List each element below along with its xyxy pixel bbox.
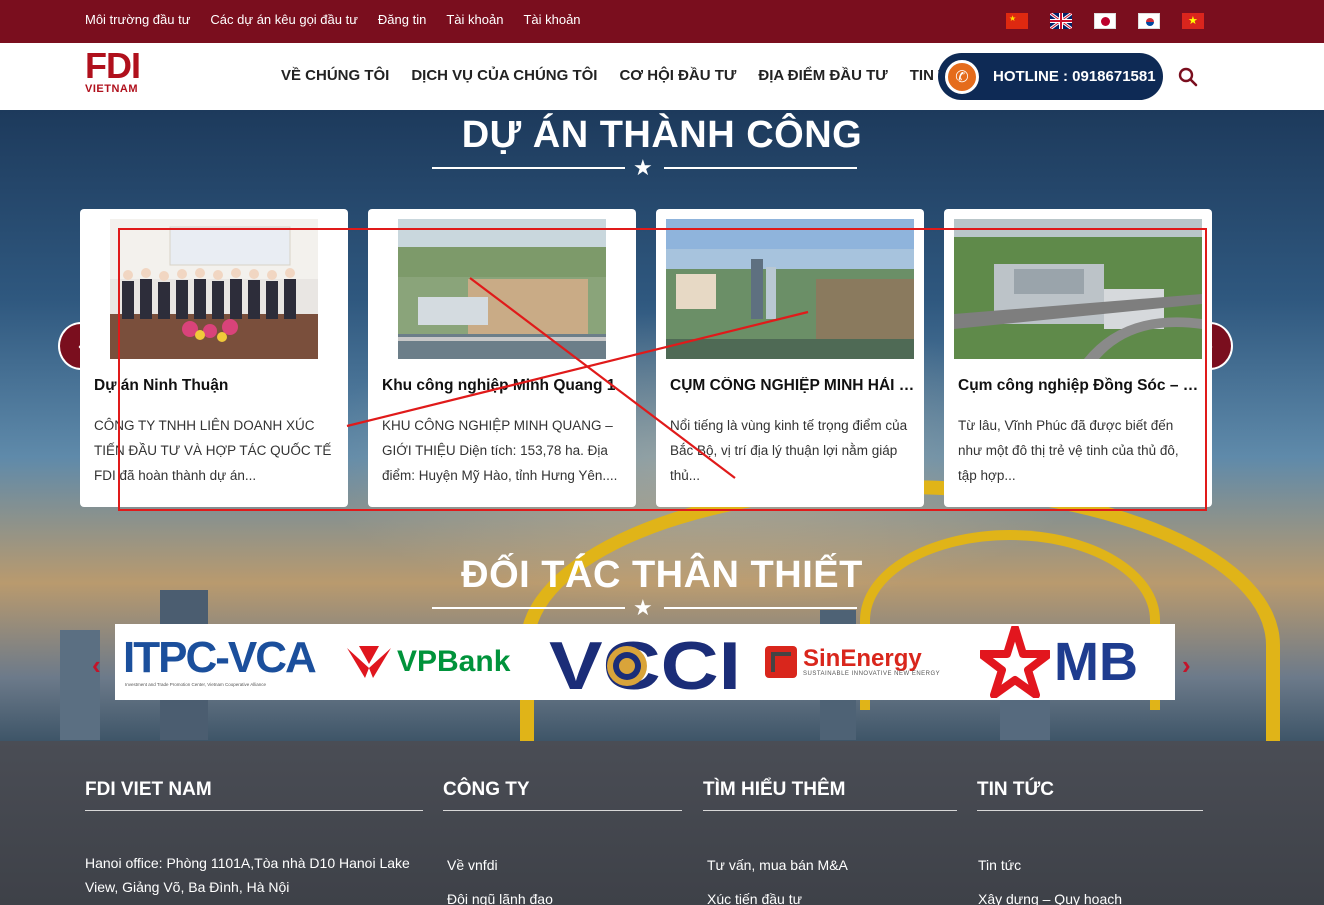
partners-prev-arrow-icon[interactable]: ‹ <box>92 650 101 681</box>
partners-divider: ★ <box>432 595 857 620</box>
top-nav: Môi trường đầu tư Các dự án kêu gọi đầu … <box>85 12 581 27</box>
itpc-vca-logo[interactable]: ITPC-VCA Investment and Trade Promotion … <box>123 624 333 700</box>
footer-col-title: TIN TỨC <box>977 779 1054 800</box>
footer-divider <box>703 810 957 811</box>
mb-logo-text: MB <box>1054 632 1138 692</box>
mb-logo[interactable]: MB <box>980 624 1165 700</box>
vcci-logo[interactable]: VCCI <box>547 624 747 700</box>
partners-logo-strip: ITPC-VCA Investment and Trade Promotion … <box>115 624 1175 700</box>
sinenergy-logo-text: SinEnergy <box>803 645 922 672</box>
top-link-account-2[interactable]: Tài khoản <box>523 12 580 27</box>
star-icon: ★ <box>633 155 653 180</box>
footer-address: Hanoi office: Phòng 1101A,Tòa nhà D10 Ha… <box>85 855 410 895</box>
footer-divider <box>443 810 682 811</box>
nav-opportunities[interactable]: CƠ HỘI ĐẦU TƯ <box>619 67 736 84</box>
projects-section-title: DỰ ÁN THÀNH CÔNG <box>461 114 863 156</box>
mb-star-icon <box>980 626 1050 698</box>
footer-link-construction[interactable]: Xây dựng – Quy hoạch <box>978 891 1122 905</box>
itpc-logo-text: ITPC-VCA <box>123 633 317 682</box>
annotation-rectangle <box>118 228 1207 511</box>
vpbank-logo[interactable]: VPBank <box>345 624 525 700</box>
star-icon: ★ <box>633 595 653 620</box>
vpbank-logo-text: VPBank <box>397 645 511 678</box>
sinenergy-mark-icon <box>765 646 797 678</box>
top-bar: Môi trường đầu tư Các dự án kêu gọi đầu … <box>0 0 1324 43</box>
background-building <box>60 630 100 740</box>
top-link-projects-calling[interactable]: Các dự án kêu gọi đầu tư <box>210 12 358 27</box>
site-footer: FDI VIET NAM Hanoi office: Phòng 1101A,T… <box>0 741 1324 905</box>
footer-col-title: TÌM HIỂU THÊM <box>703 779 846 800</box>
projects-divider: ★ <box>432 155 857 180</box>
itpc-logo-subtext: Investment and Trade Promotion Center, V… <box>125 682 266 687</box>
footer-link-news[interactable]: Tin tức <box>978 857 1021 873</box>
footer-link-investment-promotion[interactable]: Xúc tiến đầu tư <box>707 891 802 905</box>
phone-icon: ✆ <box>945 59 979 94</box>
top-link-account[interactable]: Tài khoản <box>446 12 503 27</box>
footer-divider <box>977 810 1203 811</box>
hotline-button[interactable]: ✆ HOTLINE : 0918671581 <box>938 53 1163 100</box>
footer-divider <box>85 810 423 811</box>
nav-services[interactable]: DỊCH VỤ CỦA CHÚNG TÔI <box>411 67 597 84</box>
main-nav: VỀ CHÚNG TÔI DỊCH VỤ CỦA CHÚNG TÔI CƠ HỘ… <box>281 67 971 84</box>
search-icon[interactable] <box>1177 66 1199 88</box>
top-link-investment-environment[interactable]: Môi trường đầu tư <box>85 12 190 27</box>
top-link-post[interactable]: Đăng tin <box>378 12 426 27</box>
footer-link-ma[interactable]: Tư vấn, mua bán M&A <box>707 857 848 873</box>
hotline-text: HOTLINE : 0918671581 <box>993 68 1156 85</box>
partners-section-title: ĐỐI TÁC THÂN THIẾT <box>461 554 863 596</box>
sinenergy-logo-subtext: SUSTAINABLE INNOVATIVE NEW ENERGY <box>803 671 941 677</box>
nav-locations[interactable]: ĐỊA ĐIỂM ĐẦU TƯ <box>758 67 887 84</box>
footer-col-title: FDI VIET NAM <box>85 779 212 800</box>
vietnam-flag-icon[interactable]: ★ <box>1182 13 1204 29</box>
main-header: FDI VIETNAM VỀ CHÚNG TÔI DỊCH VỤ CỦA CHÚ… <box>0 43 1324 110</box>
partners-next-arrow-icon[interactable]: › <box>1182 650 1191 681</box>
uk-flag-icon[interactable] <box>1050 13 1072 29</box>
footer-link-about[interactable]: Về vnfdi <box>447 857 498 873</box>
footer-col-title: CÔNG TY <box>443 779 530 800</box>
japan-flag-icon[interactable] <box>1094 13 1116 29</box>
footer-link-leadership[interactable]: Đội ngũ lãnh đạo <box>447 891 553 905</box>
china-flag-icon[interactable]: ★ <box>1006 13 1028 29</box>
logo-main-text: FDI <box>85 45 141 86</box>
korea-flag-icon[interactable] <box>1138 13 1160 29</box>
logo-sub-text: VIETNAM <box>85 83 138 95</box>
language-flags: ★ ★ <box>1006 13 1204 29</box>
nav-about-us[interactable]: VỀ CHÚNG TÔI <box>281 67 389 84</box>
sinenergy-logo[interactable]: SinEnergy SUSTAINABLE INNOVATIVE NEW ENE… <box>765 624 950 700</box>
fdi-logo[interactable]: FDI VIETNAM <box>85 48 145 98</box>
vpbank-mark-icon <box>347 646 391 678</box>
